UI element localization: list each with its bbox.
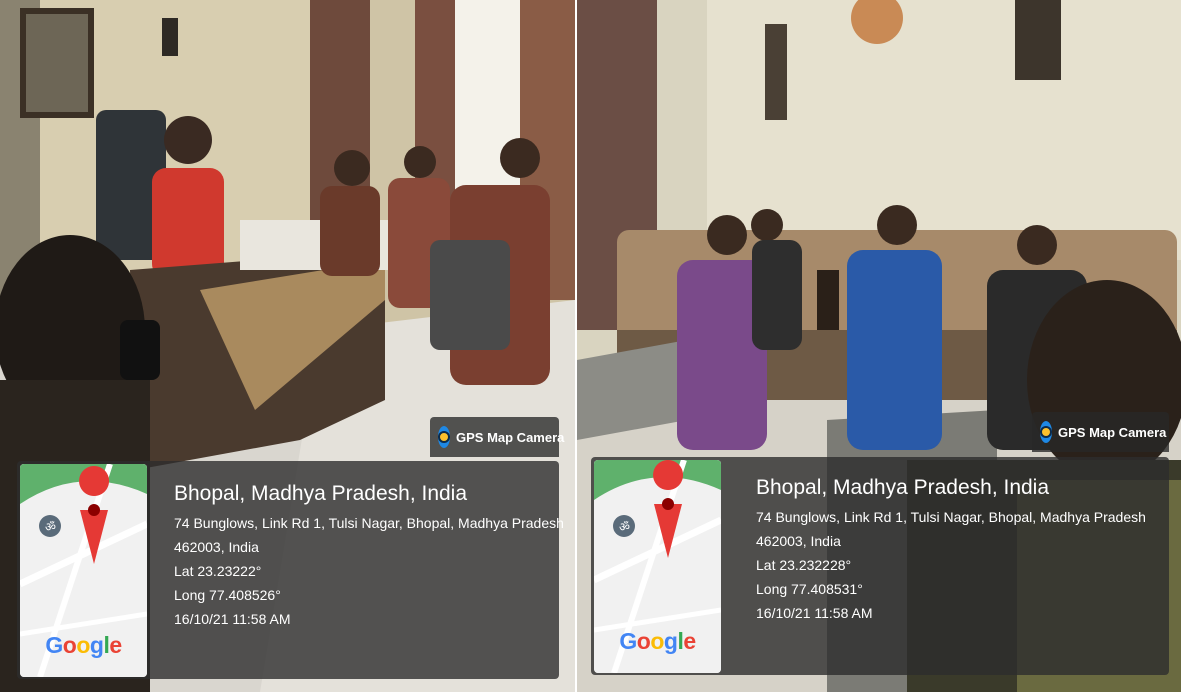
gps-map-camera-badge: GPS Map Camera: [430, 417, 564, 457]
badge-label: GPS Map Camera: [456, 429, 565, 445]
city-title: Bhopal, Madhya Pradesh, India: [756, 476, 1050, 499]
svg-text:ॐ: ॐ: [619, 520, 630, 534]
location-card: ॐ Google Bhopal, Madhya Pradesh, India 7…: [591, 457, 1169, 675]
photo-left: GPS Map Camera ॐ Google Bhopal, Madhya P…: [0, 0, 575, 692]
address-line-2: 462003, India: [756, 533, 841, 549]
google-logo: Google: [619, 628, 696, 654]
timestamp: 16/10/21 11:58 AM: [756, 605, 873, 621]
location-details: Bhopal, Madhya Pradesh, India 74 Bunglow…: [174, 481, 564, 631]
address-line-1: 74 Bunglows, Link Rd 1, Tulsi Nagar, Bho…: [756, 509, 1146, 525]
location-details: Bhopal, Madhya Pradesh, India 74 Bunglow…: [756, 475, 1146, 625]
camera-app-icon: [1040, 421, 1052, 443]
latitude: Lat 23.232228°: [756, 557, 852, 573]
google-logo: Google: [45, 632, 122, 658]
badge-label: GPS Map Camera: [1058, 424, 1167, 440]
location-card: ॐ Google Bhopal, Madhya Pradesh, India 7…: [17, 461, 564, 679]
timestamp: 16/10/21 11:58 AM: [174, 611, 291, 627]
latitude: Lat 23.23222°: [174, 563, 262, 579]
longitude: Long 77.408526°: [174, 587, 281, 603]
svg-text:ॐ: ॐ: [45, 520, 56, 534]
longitude: Long 77.408531°: [756, 581, 863, 597]
city-title: Bhopal, Madhya Pradesh, India: [174, 482, 468, 505]
gps-map-camera-badge: GPS Map Camera: [1032, 412, 1169, 452]
camera-app-icon: [438, 426, 450, 448]
map-thumbnail: ॐ Google: [20, 464, 147, 677]
address-line-1: 74 Bunglows, Link Rd 1, Tulsi Nagar, Bho…: [174, 515, 564, 531]
photo-right: GPS Map Camera ॐ Google Bhopal, Madhya P…: [577, 0, 1181, 692]
address-line-2: 462003, India: [174, 539, 259, 555]
map-thumbnail: ॐ Google: [594, 460, 721, 673]
